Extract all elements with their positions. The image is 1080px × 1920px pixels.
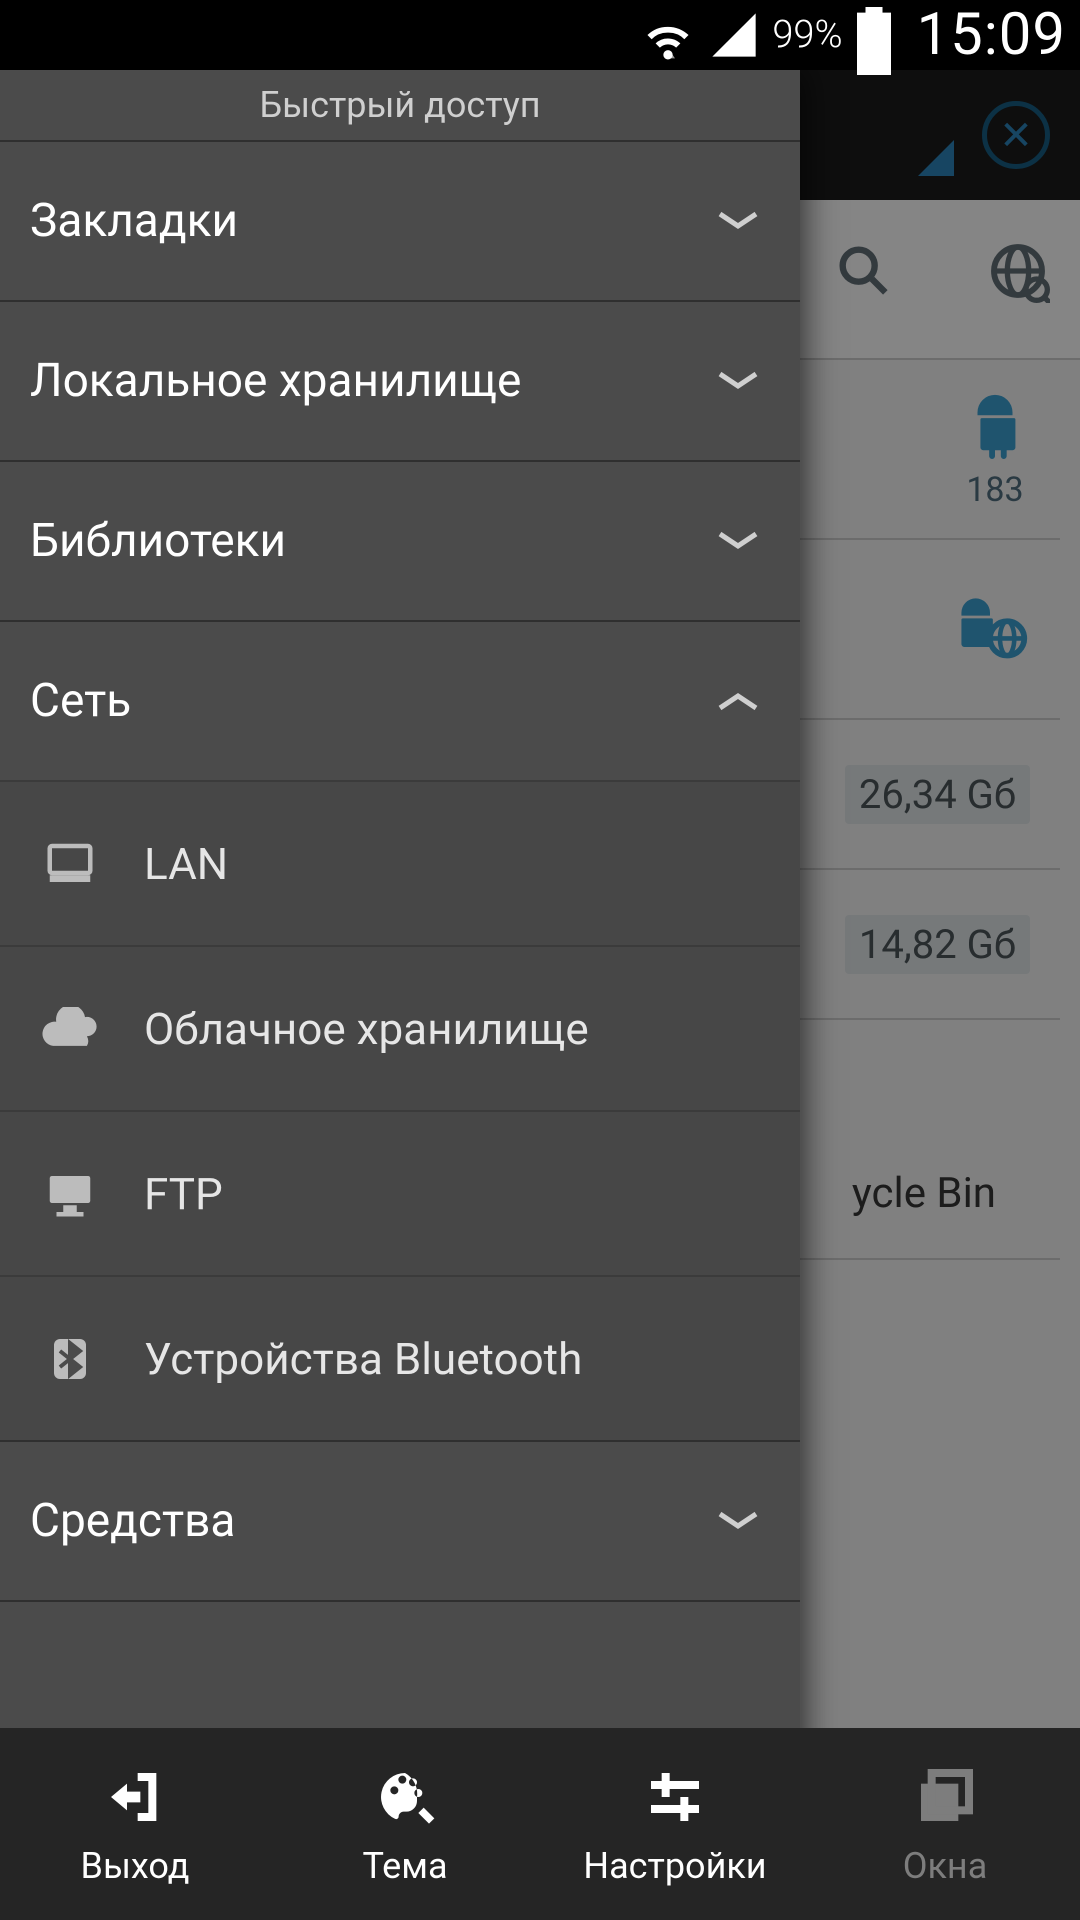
drawer-item-bookmarks[interactable]: Закладки <box>0 140 800 300</box>
cloud-icon <box>40 1007 100 1051</box>
local-label: Локальное хранилище <box>30 354 521 408</box>
bluetooth-icon <box>40 1332 100 1386</box>
wifi-icon <box>640 7 696 63</box>
windows-icon <box>909 1761 981 1833</box>
drawer-item-libraries[interactable]: Библиотеки <box>0 460 800 620</box>
chevron-up-icon <box>716 690 760 712</box>
battery-percent: 99% <box>772 13 842 57</box>
ftp-icon <box>40 1167 100 1221</box>
drawer-item-tools[interactable]: Средства <box>0 1440 800 1600</box>
tools-label: Средства <box>30 1494 235 1548</box>
settings-icon <box>639 1761 711 1833</box>
status-bar: 99% 15:09 <box>0 0 1080 70</box>
chevron-down-icon <box>716 210 760 232</box>
bottom-windows-button[interactable]: Окна <box>810 1728 1080 1920</box>
lan-icon <box>40 837 100 891</box>
chevron-down-icon <box>716 1510 760 1532</box>
bottom-exit-button[interactable]: Выход <box>0 1728 270 1920</box>
settings-label: Настройки <box>583 1845 766 1887</box>
net-label: Сеть <box>30 674 131 728</box>
windows-label: Окна <box>903 1845 988 1887</box>
exit-label: Выход <box>81 1845 190 1887</box>
status-clock: 15:09 <box>917 1 1066 69</box>
drawer-item-local[interactable]: Локальное хранилище <box>0 300 800 460</box>
drawer-sub-lan[interactable]: LAN <box>0 780 800 945</box>
signal-icon <box>708 9 760 61</box>
drawer-title: Быстрый доступ <box>0 70 800 140</box>
theme-icon <box>369 1761 441 1833</box>
chevron-down-icon <box>716 370 760 392</box>
drawer-item-network[interactable]: Сеть <box>0 620 800 780</box>
bottom-settings-button[interactable]: Настройки <box>540 1728 810 1920</box>
battery-icon <box>857 7 891 63</box>
bottom-theme-button[interactable]: Тема <box>270 1728 540 1920</box>
bottom-bar: Выход Тема Настройки Окна <box>0 1728 1080 1920</box>
drawer-sub-ftp[interactable]: FTP <box>0 1110 800 1275</box>
drawer-sub-cloud[interactable]: Облачное хранилище <box>0 945 800 1110</box>
lan-label: LAN <box>144 838 228 890</box>
ftp-label: FTP <box>144 1168 223 1220</box>
exit-icon <box>99 1761 171 1833</box>
cloud-label: Облачное хранилище <box>144 1003 589 1055</box>
chevron-down-icon <box>716 530 760 552</box>
theme-label: Тема <box>362 1845 447 1887</box>
drawer-panel: Быстрый доступ Закладки Локальное хранил… <box>0 70 800 1920</box>
bookmarks-label: Закладки <box>30 194 238 248</box>
libs-label: Библиотеки <box>30 514 286 568</box>
drawer-sub-bluetooth[interactable]: Устройства Bluetooth <box>0 1275 800 1440</box>
bt-label: Устройства Bluetooth <box>144 1333 582 1385</box>
